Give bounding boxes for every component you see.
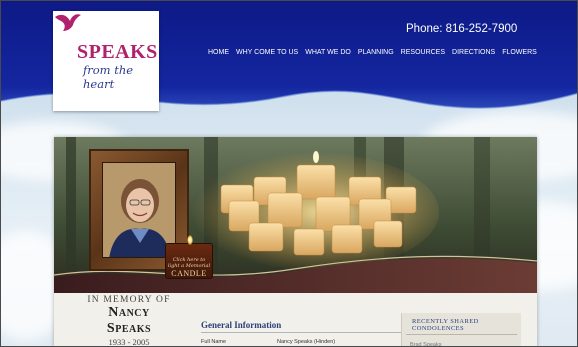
info-row: Full Name Nancy Speaks (Hinden) (201, 339, 401, 345)
candle-flame-icon (187, 235, 193, 245)
deceased-first-name: Nancy (108, 305, 150, 320)
general-info-title: General Information (201, 320, 401, 333)
in-memory-label: In Memory of (87, 295, 171, 305)
phone-number[interactable]: Phone: 816-252-7900 (406, 23, 517, 35)
condolences-title: Recently Shared Condolences (406, 313, 517, 335)
browser-viewport: SPEAKS from the heart Phone: 816-252-790… (0, 0, 578, 347)
nav-why-come-to-us[interactable]: WHY COME TO US (236, 49, 298, 56)
deceased-last-name: Speaks (106, 321, 152, 336)
site-header: SPEAKS from the heart Phone: 816-252-790… (1, 1, 577, 119)
candle-button-line3: CANDLE (171, 269, 207, 278)
condolences-sidebar: Recently Shared Condolences Brad Speaks (401, 313, 521, 346)
nav-planning[interactable]: PLANNING (358, 49, 394, 56)
brand-tagline: from the heart (83, 63, 134, 91)
condolence-entry[interactable]: Brad Speaks (402, 335, 521, 346)
dove-icon (55, 14, 81, 31)
info-key: Full Name (201, 339, 227, 345)
nav-resources[interactable]: RESOURCES (401, 49, 445, 56)
nav-home[interactable]: HOME (208, 49, 229, 56)
nav-directions[interactable]: DIRECTIONS (452, 49, 495, 56)
nav-flowers[interactable]: FLOWERS (502, 49, 537, 56)
light-candle-button[interactable]: Click here to light a Memorial CANDLE (165, 235, 213, 279)
life-dates: 1933 - 2005 (108, 337, 150, 347)
general-information: General Information Full Name Nancy Spea… (201, 320, 401, 345)
nav-what-we-do[interactable]: WHAT WE DO (305, 49, 351, 56)
main-nav: HOME WHY COME TO US WHAT WE DO PLANNING … (208, 49, 537, 56)
logo[interactable]: SPEAKS from the heart (53, 11, 159, 111)
in-memory-block: In Memory of Nancy Speaks 1933 - 2005 (54, 293, 204, 347)
info-value: Nancy Speaks (Hinden) (277, 339, 336, 345)
brand-name: SPEAKS (77, 41, 158, 63)
memorial-panel: Click here to light a Memorial CANDLE In… (54, 137, 537, 347)
